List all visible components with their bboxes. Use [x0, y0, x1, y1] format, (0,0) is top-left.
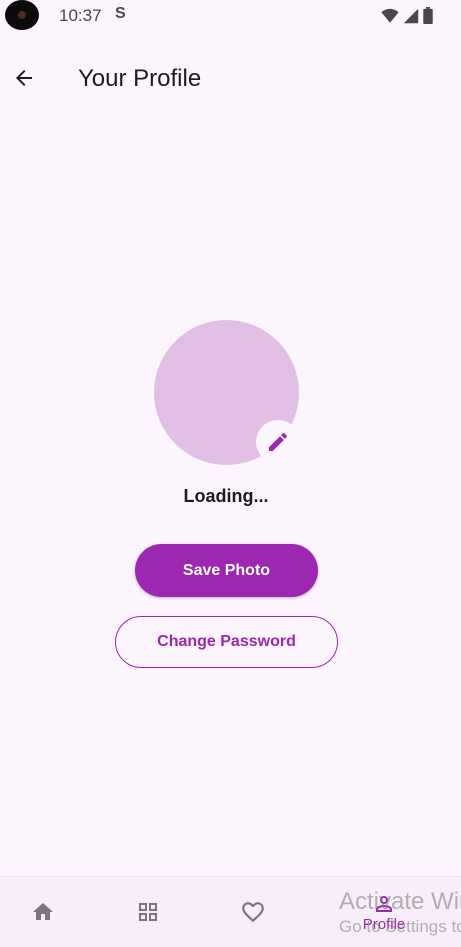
app-bar: Your Profile [0, 52, 461, 108]
pencil-icon [269, 432, 288, 451]
sim-indicator: S [115, 5, 126, 22]
status-time: 10:37 [59, 6, 102, 25]
nav-item-categories[interactable] [96, 877, 200, 947]
edit-avatar-button[interactable] [256, 420, 300, 464]
nav-label-profile: Profile [362, 916, 406, 933]
person-icon [376, 896, 392, 912]
grid-icon [139, 903, 157, 921]
bottom-navigation: Profile [0, 876, 461, 947]
wifi-icon [381, 8, 399, 23]
signal-icon [403, 8, 419, 23]
arrow-back-icon [16, 70, 32, 86]
back-button[interactable] [8, 62, 40, 94]
save-photo-button[interactable]: Save Photo [135, 544, 318, 597]
loading-text: Loading... [183, 486, 269, 506]
home-icon [33, 903, 53, 920]
nav-item-favorites[interactable] [201, 877, 305, 947]
nav-item-home[interactable] [0, 877, 95, 947]
heart-icon [242, 902, 264, 923]
camera-cutout [5, 0, 39, 30]
battery-icon [423, 7, 433, 24]
status-icons [381, 7, 433, 24]
status-bar: 10:37 S [0, 0, 461, 32]
page-title: Your Profile [78, 65, 202, 92]
nav-item-profile[interactable]: Profile [332, 877, 436, 947]
profile-screen: 10:37 S Your Profile Loading... Save Pho… [0, 0, 461, 947]
change-password-button[interactable]: Change Password [115, 616, 338, 668]
